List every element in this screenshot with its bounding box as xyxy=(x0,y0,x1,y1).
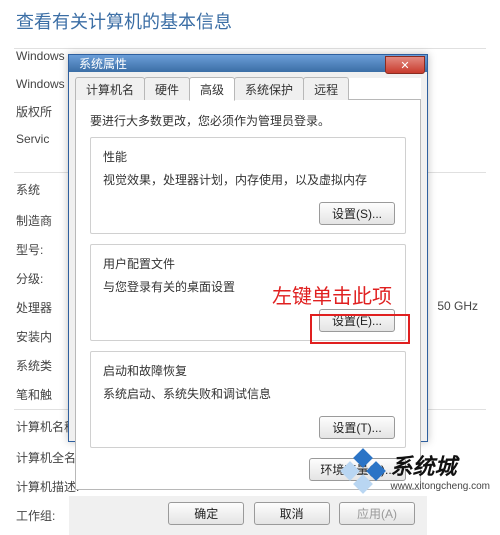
dialog-buttons: 确定 取消 应用(A) xyxy=(69,496,427,535)
apply-button[interactable]: 应用(A) xyxy=(339,502,415,525)
watermark: 系统城 www.xitongcheng.com xyxy=(343,449,491,492)
watermark-url: www.xitongcheng.com xyxy=(391,481,491,492)
tab-system-protection[interactable]: 系统保护 xyxy=(234,77,304,100)
group-startup-recovery: 启动和故障恢复 系统启动、系统失败和调试信息 设置(T)... xyxy=(90,351,406,448)
tab-advanced[interactable]: 高级 xyxy=(189,77,235,101)
ok-button[interactable]: 确定 xyxy=(168,502,244,525)
group-performance: 性能 视觉效果，处理器计划，内存使用，以及虚拟内存 设置(S)... xyxy=(90,137,406,234)
dialog-title: 系统属性 xyxy=(79,55,127,72)
user-profile-settings-button[interactable]: 设置(E)... xyxy=(319,309,395,332)
startup-settings-button[interactable]: 设置(T)... xyxy=(319,416,395,439)
group-user-profile-title: 用户配置文件 xyxy=(103,255,395,272)
performance-settings-button[interactable]: 设置(S)... xyxy=(319,202,395,225)
cancel-button[interactable]: 取消 xyxy=(254,502,330,525)
tab-remote[interactable]: 远程 xyxy=(303,77,349,100)
annotation-text: 左键单击此项 xyxy=(272,280,392,309)
watermark-logo-icon xyxy=(343,451,383,491)
tab-computer-name[interactable]: 计算机名 xyxy=(75,77,145,100)
tabs: 计算机名 硬件 高级 系统保护 远程 xyxy=(75,78,421,100)
group-startup-title: 启动和故障恢复 xyxy=(103,362,395,379)
page-title: 查看有关计算机的基本信息 xyxy=(0,0,500,48)
group-performance-title: 性能 xyxy=(103,148,395,165)
close-button[interactable]: ✕ xyxy=(385,56,425,74)
watermark-text: 系统城 xyxy=(391,449,491,481)
close-icon: ✕ xyxy=(400,59,409,72)
tab-hardware[interactable]: 硬件 xyxy=(144,77,190,100)
group-startup-desc: 系统启动、系统失败和调试信息 xyxy=(103,385,395,402)
admin-hint: 要进行大多数更改，您必须作为管理员登录。 xyxy=(90,112,406,129)
system-properties-dialog: 系统属性 ✕ 计算机名 硬件 高级 系统保护 远程 要进行大多数更改，您必须作为… xyxy=(68,54,428,442)
dialog-titlebar[interactable]: 系统属性 ✕ xyxy=(69,55,427,72)
group-performance-desc: 视觉效果，处理器计划，内存使用，以及虚拟内存 xyxy=(103,171,395,188)
